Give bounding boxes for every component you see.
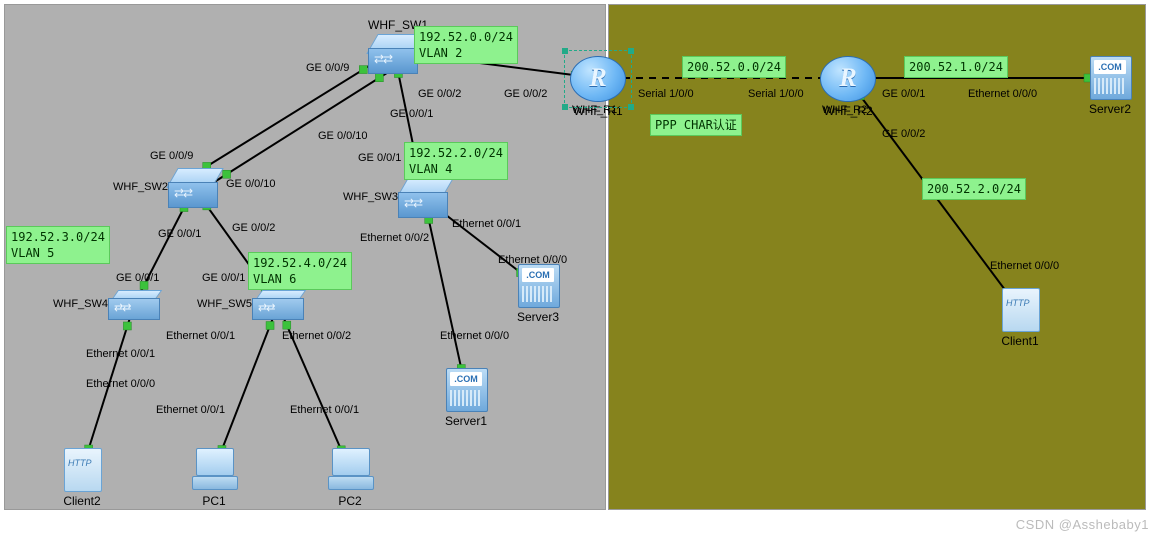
interface-label: GE 0/0/10	[226, 178, 276, 190]
network-label: 192.52.3.0/24VLAN 5	[6, 226, 110, 264]
device-Server3[interactable]: .COMServer3	[516, 264, 560, 324]
device-WHF_SW4[interactable]: ⇄⇄	[108, 290, 160, 320]
device-WHF_SW5[interactable]: ⇄⇄	[252, 290, 304, 320]
interface-label: Ethernet 0/0/0	[990, 260, 1059, 272]
interface-label: GE 0/0/2	[504, 88, 547, 100]
link-sw1-sw2a[interactable]	[188, 58, 382, 178]
interface-label: GE 0/0/1	[202, 272, 245, 284]
interface-label: GE 0/0/1	[116, 272, 159, 284]
device-label: PC1	[192, 494, 236, 508]
interface-label: GE 0/0/10	[318, 130, 368, 142]
interface-label: Ethernet 0/0/0	[440, 330, 509, 342]
device-PC2[interactable]: PC2	[328, 448, 372, 508]
network-label: 192.52.4.0/24VLAN 6	[248, 252, 352, 290]
network-label: 200.52.0.0/24	[682, 56, 786, 78]
device-label: WHF_SW3	[343, 191, 398, 203]
network-label: PPP CHAR认证	[650, 114, 742, 136]
interface-label: Ethernet 0/0/0	[968, 88, 1037, 100]
device-label: Client2	[62, 494, 102, 508]
interface-label: GE 0/0/1	[390, 108, 433, 120]
interface-label: GE 0/0/1	[158, 228, 201, 240]
network-label: 200.52.2.0/24	[922, 178, 1026, 200]
interface-label: Ethernet 0/0/0	[498, 254, 567, 266]
interface-label: GE 0/0/1	[882, 88, 925, 100]
interface-label: Ethernet 0/0/1	[166, 330, 235, 342]
interface-label: Ethernet 0/0/0	[86, 378, 155, 390]
interface-label: Ethernet 0/0/1	[452, 218, 521, 230]
device-label: WHF_R1	[572, 104, 617, 116]
interface-label: GE 0/0/1	[358, 152, 401, 164]
interface-label: Serial 1/0/0	[748, 88, 804, 100]
interface-label: Ethernet 0/0/1	[290, 404, 359, 416]
network-label: 192.52.2.0/24VLAN 4	[404, 142, 508, 180]
device-Server1[interactable]: .COMServer1	[444, 368, 488, 428]
device-Server2[interactable]: .COMServer2	[1088, 56, 1132, 116]
device-WHF_SW2[interactable]: ⇄⇄	[168, 168, 220, 208]
device-Client2[interactable]: HTTPClient2	[62, 448, 102, 508]
interface-label: GE 0/0/2	[232, 222, 275, 234]
interface-label: GE 0/0/2	[418, 88, 461, 100]
topology-canvas[interactable]: WHF_SW1⇄⇄⇄⇄WHF_SW2⇄⇄WHF_SW3⇄⇄WHF_SW4⇄⇄WH…	[0, 0, 1159, 538]
interface-label: GE 0/0/9	[306, 62, 349, 74]
device-label: Server2	[1088, 102, 1132, 116]
link-sw1-sw2b[interactable]	[208, 66, 398, 186]
device-PC1[interactable]: PC1	[192, 448, 236, 508]
device-label: Client1	[1000, 334, 1040, 348]
device-label: Server1	[444, 414, 488, 428]
device-label: PC2	[328, 494, 372, 508]
device-label: Server3	[516, 310, 560, 324]
device-Client1[interactable]: HTTPClient1	[1000, 288, 1040, 348]
device-label: WHF_SW4	[53, 298, 108, 310]
network-label: 192.52.0.0/24VLAN 2	[414, 26, 518, 64]
interface-label: Ethernet 0/0/1	[156, 404, 225, 416]
interface-label: Ethernet 0/0/2	[282, 330, 351, 342]
device-label: WHF_SW2	[113, 181, 168, 193]
device-WHF_SW3[interactable]: ⇄⇄	[398, 178, 450, 218]
device-label: WHF_R2	[822, 104, 867, 116]
device-label: WHF_SW5	[197, 298, 252, 310]
interface-label: GE 0/0/9	[150, 150, 193, 162]
interface-label: Ethernet 0/0/1	[86, 348, 155, 360]
network-label: 200.52.1.0/24	[904, 56, 1008, 78]
watermark: CSDN @Asshebaby1	[1016, 517, 1149, 532]
interface-label: GE 0/0/2	[882, 128, 925, 140]
interface-label: Serial 1/0/0	[638, 88, 694, 100]
interface-label: Ethernet 0/0/2	[360, 232, 429, 244]
